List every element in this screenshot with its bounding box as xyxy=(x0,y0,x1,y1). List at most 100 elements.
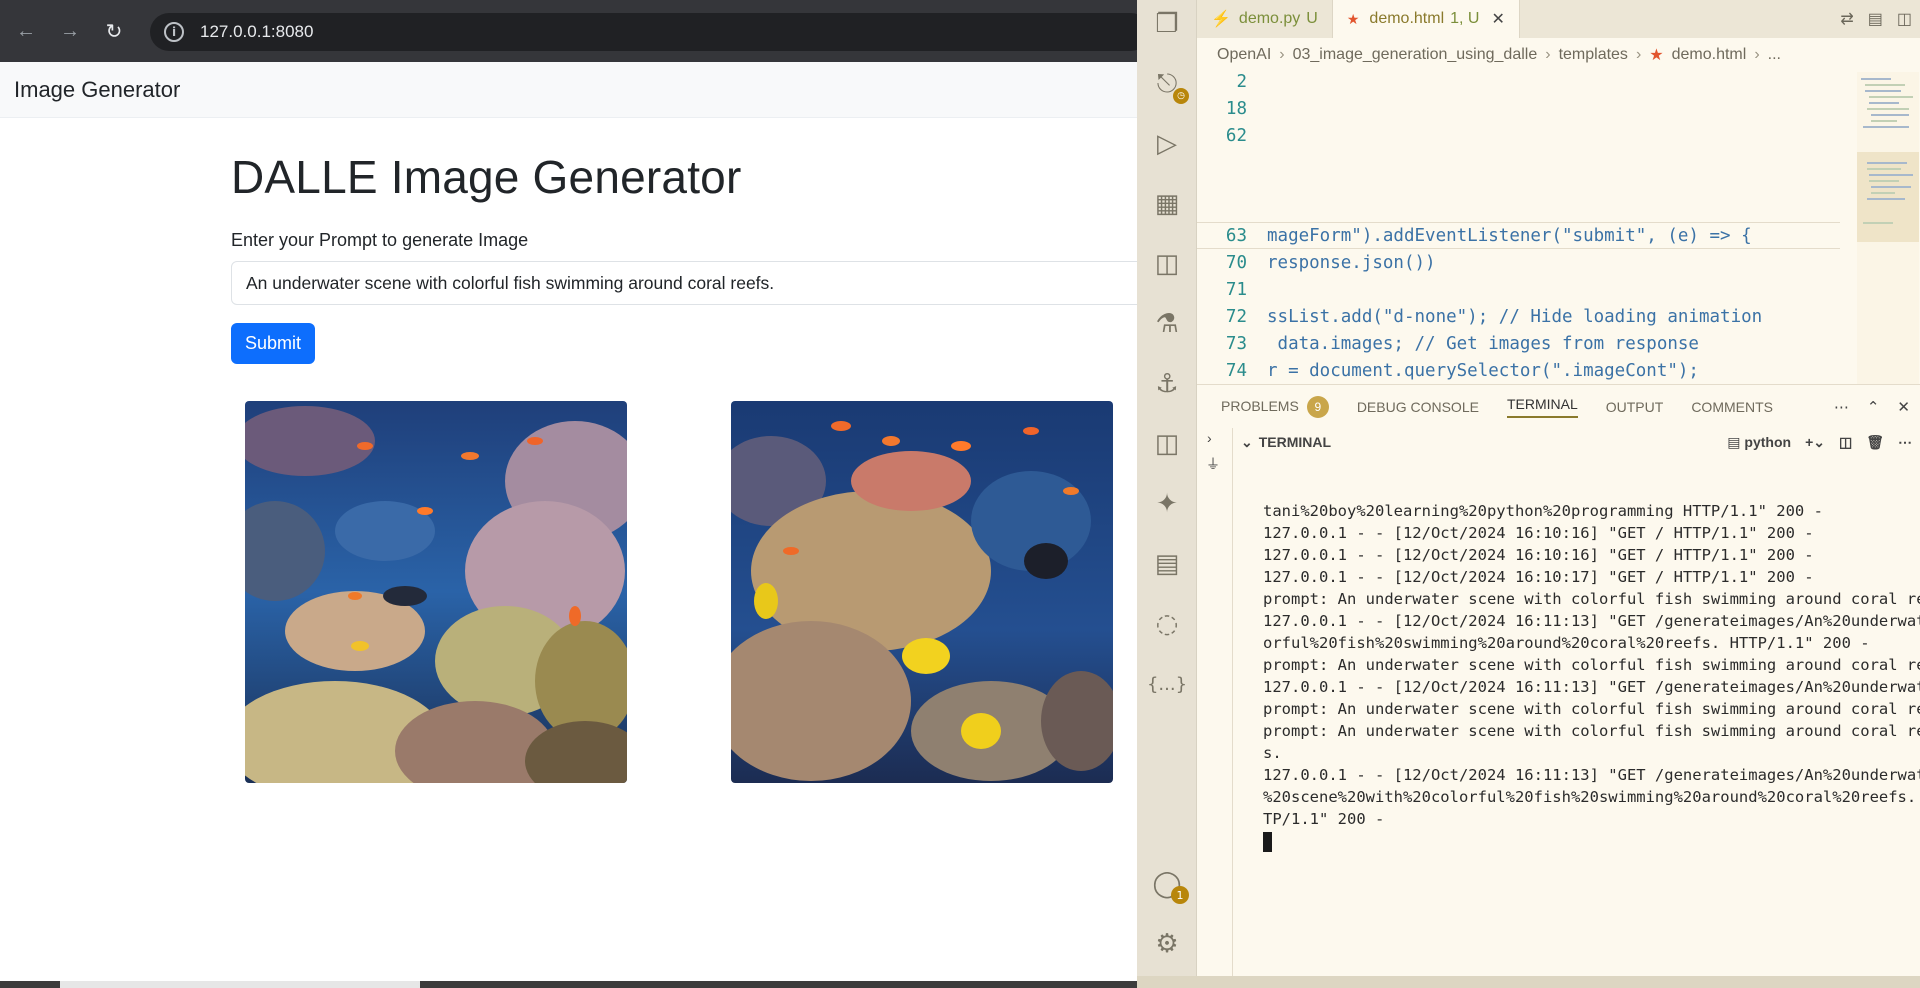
address-bar[interactable]: i 127.0.0.1:8080 xyxy=(150,13,1150,51)
breadcrumb-item[interactable]: templates xyxy=(1559,46,1628,64)
breadcrumb-item[interactable]: ... xyxy=(1768,46,1781,64)
code-line: 18 xyxy=(1225,98,1247,119)
tab-demo-py[interactable]: ⚡ demo.py U xyxy=(1197,0,1333,38)
page-content: DALLE Image Generator Enter your Prompt … xyxy=(231,118,1151,364)
breadcrumb-item[interactable]: 03_image_generation_using_dalle xyxy=(1293,46,1538,64)
close-panel-icon[interactable]: ✕ xyxy=(1897,398,1910,416)
terminal-line: s. xyxy=(1263,744,1282,762)
trash-icon[interactable]: 🗑 xyxy=(1866,434,1884,451)
terminal-title: TERMINAL xyxy=(1258,434,1332,450)
chevron-right-icon: › xyxy=(1545,46,1551,63)
settings-icon[interactable]: ⚙ xyxy=(1151,928,1183,960)
tab-problems[interactable]: PROBLEMS 9 xyxy=(1221,395,1329,418)
tab-demo-html[interactable]: ★ demo.html 1, U ✕ xyxy=(1332,0,1520,38)
more-icon[interactable]: ⋯ xyxy=(1898,434,1912,451)
git-graph-icon[interactable]: ◫ xyxy=(1151,428,1183,460)
chevron-right-icon: › xyxy=(1754,46,1760,63)
code-editor[interactable]: 2 18 62 63 mageForm").addEventListener("s… xyxy=(1197,72,1920,384)
code-line: 73 data.images; // Get images from respo… xyxy=(1225,333,1699,354)
taskbar-strip xyxy=(0,981,1137,988)
tab-status: 1, U xyxy=(1450,10,1480,27)
chevron-down-icon[interactable]: ⌄ xyxy=(1241,434,1253,451)
problems-badge: 9 xyxy=(1306,395,1329,418)
terminal-line: 127.0.0.1 - - [12/Oct/2024 16:10:17] "GE… xyxy=(1263,568,1814,586)
terminal-line: 127.0.0.1 - - [12/Oct/2024 16:11:13] "GE… xyxy=(1263,766,1920,784)
chevron-right-icon: › xyxy=(1635,46,1642,63)
terminal-line: prompt: An underwater scene with colorfu… xyxy=(1263,700,1920,718)
code-line: 71 xyxy=(1225,279,1247,300)
prompt-input[interactable] xyxy=(231,261,1151,305)
tab-output[interactable]: OUTPUT xyxy=(1606,399,1664,415)
site-info-icon[interactable]: i xyxy=(164,22,184,42)
accounts-badge: 1 xyxy=(1171,886,1189,904)
activity-bar: ❐ ⎋ ◷ ▷ ▦ ◫ ⚗ ⚓ ◫ ✦ ▤ ◌ {...} ◯ 1 ⚙ xyxy=(1137,0,1197,976)
preview-icon[interactable]: ▤ xyxy=(1868,9,1883,29)
remote-explorer-icon[interactable]: ◫ xyxy=(1151,248,1183,280)
testing-icon[interactable]: ⚗ xyxy=(1151,308,1183,340)
terminal-output[interactable]: tani%20boy%20learning%20python%20program… xyxy=(1233,456,1920,976)
explorer-icon[interactable]: ❐ xyxy=(1151,8,1183,40)
tab-status: U xyxy=(1306,10,1318,27)
breadcrumb-item[interactable]: demo.html xyxy=(1672,46,1747,64)
tab-label: demo.html xyxy=(1369,10,1445,27)
panel-actions: ⋯ ⌃ ✕ xyxy=(1834,385,1910,429)
run-debug-icon[interactable]: ▷ xyxy=(1151,128,1183,160)
page-navbar: Image Generator xyxy=(0,62,1137,118)
notebook-icon[interactable]: ▤ xyxy=(1151,548,1183,580)
editor-tabs: ⚡ demo.py U ★ demo.html 1, U ✕ ⇄ ▤ ◫ xyxy=(1197,0,1920,38)
breadcrumb: OpenAI › 03_image_generation_using_dalle… xyxy=(1197,38,1920,72)
generated-image-2 xyxy=(731,401,1113,783)
minimap[interactable] xyxy=(1857,72,1919,384)
generated-image-1 xyxy=(245,401,627,783)
tab-comments[interactable]: COMMENTS xyxy=(1691,399,1773,415)
json-icon[interactable]: {...} xyxy=(1147,668,1187,700)
terminal-line: %20scene%20with%20colorful%20fish%20swim… xyxy=(1263,788,1920,806)
accounts-icon[interactable]: ◯ 1 xyxy=(1151,868,1189,904)
terminal-shell[interactable]: ▤ python xyxy=(1727,434,1791,451)
mongodb-icon[interactable]: ✦ xyxy=(1151,488,1183,520)
code-line: 70 response.json()) xyxy=(1225,252,1436,273)
close-icon[interactable]: ✕ xyxy=(1491,9,1504,29)
extensions-icon[interactable]: ▦ xyxy=(1151,188,1183,220)
submit-button[interactable]: Submit xyxy=(231,323,316,364)
tab-debug-console[interactable]: DEBUG CONSOLE xyxy=(1357,399,1479,415)
more-icon[interactable]: ⋯ xyxy=(1834,398,1849,416)
terminal-line: 127.0.0.1 - - [12/Oct/2024 16:11:13] "GE… xyxy=(1263,678,1920,696)
code-line: 63 mageForm").addEventListener("submit", … xyxy=(1197,222,1840,249)
compare-icon[interactable]: ⇄ xyxy=(1840,9,1853,29)
back-icon[interactable]: ← xyxy=(8,13,44,49)
reload-icon[interactable]: ↻ xyxy=(96,13,132,49)
terminal-line: TP/1.1" 200 - xyxy=(1263,810,1385,828)
terminal-line: 127.0.0.1 - - [12/Oct/2024 16:10:16] "GE… xyxy=(1263,546,1814,564)
terminal-line: orful%20fish%20swimming%20around%20coral… xyxy=(1263,634,1870,652)
split-terminal-icon[interactable]: ◫ xyxy=(1839,434,1852,451)
source-control-icon[interactable]: ⎋ ◷ xyxy=(1151,68,1189,104)
terminal-line: tani%20boy%20learning%20python%20program… xyxy=(1263,502,1823,520)
editor-actions: ⇄ ▤ ◫ xyxy=(1840,0,1912,38)
navbar-brand[interactable]: Image Generator xyxy=(14,77,180,103)
add-terminal-icon[interactable]: +⌄ xyxy=(1805,434,1825,451)
code-line: 2 xyxy=(1236,72,1247,92)
split-editor-icon[interactable]: ◫ xyxy=(1897,9,1912,29)
browser-window: ← → ↻ i 127.0.0.1:8080 Image Generator D… xyxy=(0,0,1151,988)
vscode-window: ❐ ⎋ ◷ ▷ ▦ ◫ ⚗ ⚓ ◫ ✦ ▤ ◌ {...} ◯ 1 ⚙ ⚡ demo… xyxy=(1137,0,1920,988)
chevron-right-icon[interactable]: › xyxy=(1207,430,1212,446)
page-title: DALLE Image Generator xyxy=(231,151,742,203)
forward-icon[interactable]: → xyxy=(52,13,88,49)
html-file-icon: ★ xyxy=(1649,47,1664,64)
maximize-panel-icon[interactable]: ⌃ xyxy=(1867,398,1880,416)
terminal-line: prompt: An underwater scene with colorfu… xyxy=(1263,656,1920,674)
chevron-right-icon: › xyxy=(1279,46,1285,63)
terminal-line: 127.0.0.1 - - [12/Oct/2024 16:10:16] "GE… xyxy=(1263,524,1814,542)
plug-icon: ⏚ xyxy=(1206,456,1220,472)
terminal-sidebar: › ⏚ xyxy=(1197,428,1233,976)
status-bar xyxy=(1137,976,1920,988)
docker-icon[interactable]: ⚓ xyxy=(1151,368,1183,400)
tab-label: demo.py xyxy=(1238,10,1301,27)
edge-icon[interactable]: ◌ xyxy=(1151,608,1183,640)
tab-terminal[interactable]: TERMINAL xyxy=(1506,396,1578,418)
terminal-cursor xyxy=(1263,831,1272,852)
breadcrumb-item[interactable]: OpenAI xyxy=(1217,46,1271,64)
